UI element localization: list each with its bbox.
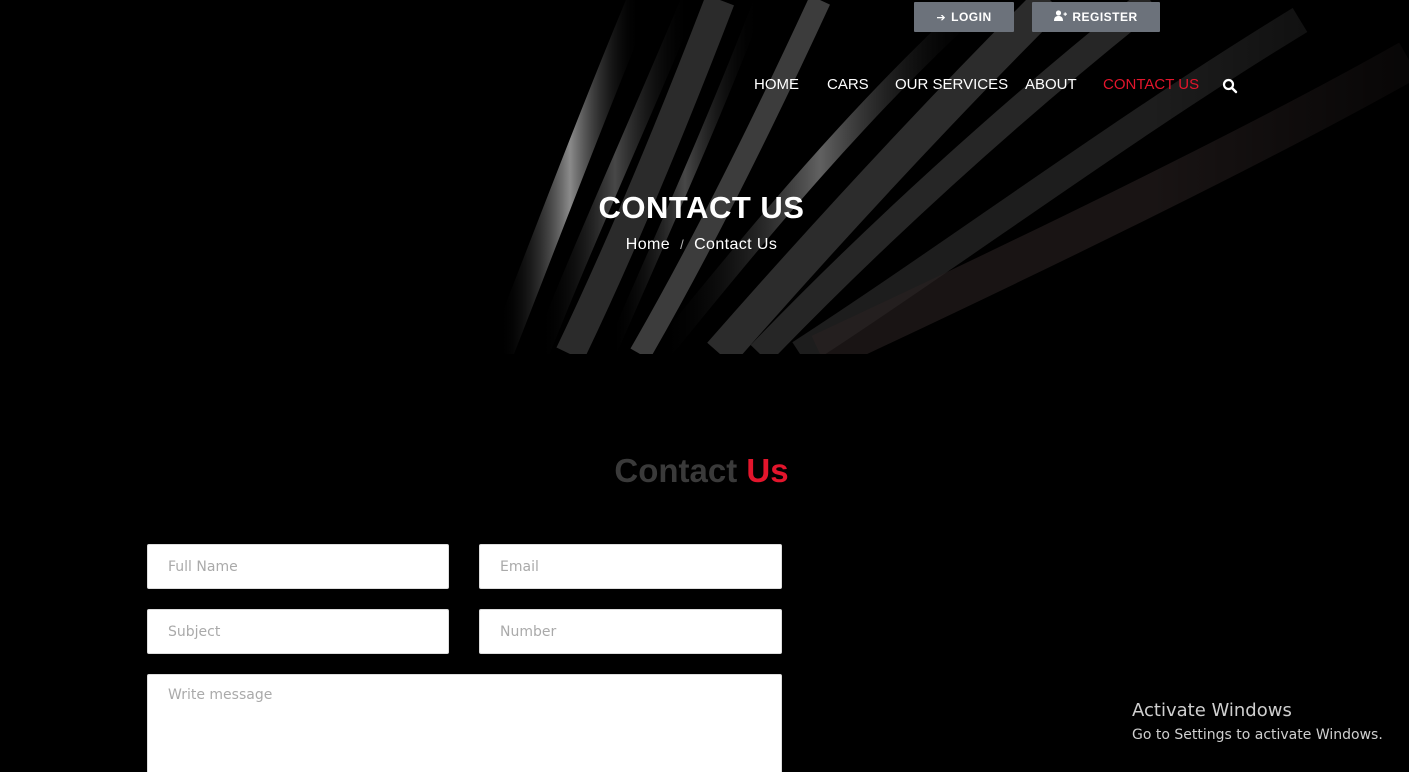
- page: ➔ LOGIN REGISTER HOME CARS OUR SERVICES …: [0, 0, 1409, 772]
- breadcrumb-current: Contact Us: [694, 236, 778, 253]
- login-button[interactable]: ➔ LOGIN: [914, 2, 1014, 32]
- section-title-part2: Us: [746, 452, 789, 489]
- hero-banner: ➔ LOGIN REGISTER HOME CARS OUR SERVICES …: [0, 0, 1409, 354]
- section-title-part1: Contact: [614, 452, 738, 489]
- breadcrumb: Home / Contact Us: [0, 236, 1403, 254]
- nav-item-about[interactable]: ABOUT: [1025, 76, 1077, 93]
- page-title: CONTACT US: [598, 190, 805, 225]
- subject-input[interactable]: [147, 609, 449, 654]
- number-input[interactable]: [479, 609, 782, 654]
- breadcrumb-separator: /: [680, 237, 685, 252]
- nav-item-cars[interactable]: CARS: [827, 76, 869, 93]
- login-label: LOGIN: [951, 10, 992, 24]
- nav-item-home[interactable]: HOME: [754, 76, 799, 93]
- register-label: REGISTER: [1072, 10, 1138, 24]
- windows-activation-watermark: Activate Windows Go to Settings to activ…: [1132, 700, 1383, 746]
- section-title: Contact Us: [0, 452, 1403, 490]
- sign-in-icon: ➔: [936, 11, 947, 24]
- email-input[interactable]: [479, 544, 782, 589]
- message-textarea[interactable]: [147, 674, 782, 772]
- register-button[interactable]: REGISTER: [1032, 2, 1160, 32]
- watermark-title: Activate Windows: [1132, 700, 1292, 721]
- full-name-input[interactable]: [147, 544, 449, 589]
- hero-background-image: [487, 0, 1409, 354]
- watermark-subtitle: Go to Settings to activate Windows.: [1132, 727, 1383, 743]
- breadcrumb-home-link[interactable]: Home: [626, 236, 670, 253]
- nav-item-our-services[interactable]: OUR SERVICES: [895, 76, 1008, 93]
- user-plus-icon: [1054, 10, 1068, 24]
- nav-item-contact-us[interactable]: CONTACT US: [1103, 76, 1199, 93]
- search-icon[interactable]: [1222, 78, 1238, 94]
